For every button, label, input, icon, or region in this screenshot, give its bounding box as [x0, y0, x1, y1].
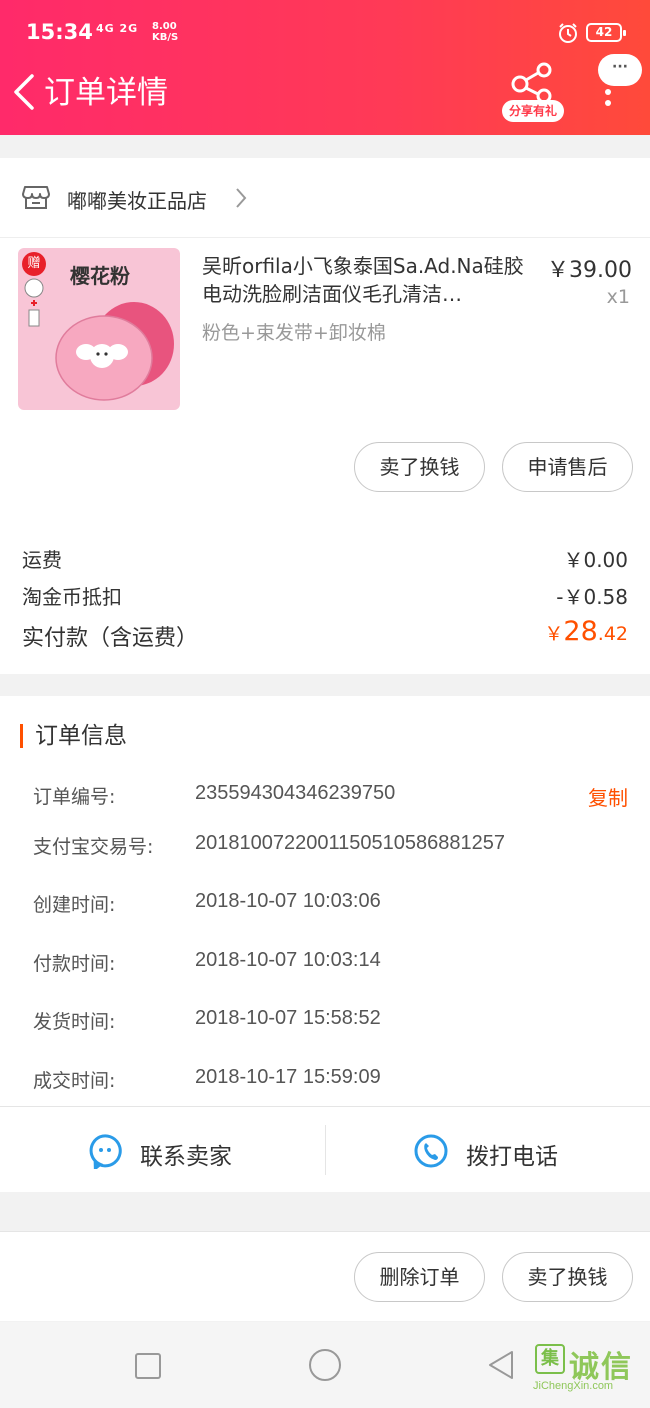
- shipping-fee-value: ￥0.00: [563, 548, 628, 572]
- recent-apps-icon[interactable]: [135, 1353, 161, 1379]
- total-dec: .42: [597, 623, 628, 645]
- sell-for-cash-bottom-button[interactable]: 卖了换钱: [502, 1252, 633, 1302]
- watermark-url: JiChengXin.com: [533, 1380, 614, 1392]
- shop-name: 嘟嘟美妆正品店: [67, 189, 207, 213]
- contact-seller-button[interactable]: 联系卖家: [0, 1107, 325, 1193]
- sell-for-cash-button[interactable]: 卖了换钱: [354, 442, 485, 492]
- gift-badge: 赠: [22, 252, 46, 276]
- info-value: 2018100722001150510586881257: [195, 832, 505, 854]
- info-value: 2018-10-07 15:58:52: [195, 1007, 381, 1029]
- contact-seller-label: 联系卖家: [140, 1144, 232, 1170]
- chevron-right-icon: [236, 188, 247, 208]
- cleansing-brush-illustration: [55, 302, 174, 401]
- total-paid-row: 实付款（含运费） ￥28.42: [22, 616, 628, 652]
- info-value: 2018-10-07 10:03:14: [195, 949, 381, 971]
- phone-icon: [414, 1134, 448, 1168]
- system-nav-bar: 集 诚信 JiChengXin.com: [0, 1322, 650, 1408]
- watermark-badge: 集: [535, 1344, 565, 1374]
- shipping-fee-row: 运费 ￥0.00: [22, 544, 628, 573]
- info-label: 发货时间:: [33, 1011, 116, 1033]
- info-value: 235594304346239750: [195, 782, 396, 804]
- order-item-card: 嘟嘟美妆正品店 赠 樱花粉 吴昕orfila小飞象泰国Sa.Ad.Na硅胶电动洗…: [0, 158, 650, 674]
- delete-order-button[interactable]: 删除订单: [354, 1252, 485, 1302]
- app-header: 15:34 4G 2G 8.00 KB/S 42 订单详情 分享有礼 ···: [0, 0, 650, 135]
- more-menu-icon[interactable]: [602, 86, 614, 110]
- product-quantity: x1: [606, 286, 630, 308]
- product-image[interactable]: 赠 樱花粉: [18, 248, 180, 410]
- shop-row[interactable]: 嘟嘟美妆正品店: [0, 158, 650, 238]
- product-sku: 粉色+束发带+卸妆棉: [202, 322, 386, 344]
- product-image-label: 樱花粉: [70, 264, 130, 288]
- info-label: 订单编号:: [33, 786, 116, 808]
- product-title[interactable]: 吴昕orfila小飞象泰国Sa.Ad.Na硅胶电动洗脸刷洁面仪毛孔清洁…: [202, 252, 538, 308]
- net-speed-value: 8.00: [152, 21, 177, 32]
- back-arrow-icon[interactable]: [10, 72, 38, 112]
- copy-order-number-button[interactable]: 复制: [588, 782, 628, 811]
- battery-indicator: 42: [586, 23, 626, 42]
- share-icon: [511, 62, 552, 102]
- order-info-card: 订单信息 订单编号: 235594304346239750 复制 支付宝交易号:…: [0, 696, 650, 1106]
- contact-bar: 联系卖家 拨打电话: [0, 1106, 650, 1192]
- order-actions-bar: 删除订单 卖了换钱: [0, 1231, 650, 1321]
- total-int: 28: [563, 616, 598, 647]
- status-bar: 15:34 4G 2G 8.00 KB/S 42: [0, 0, 650, 66]
- total-paid-label: 实付款（含运费）: [22, 626, 199, 651]
- watermark-logo: 集 诚信 JiChengXin.com: [533, 1338, 649, 1398]
- status-time: 15:34: [26, 20, 93, 44]
- after-sale-button[interactable]: 申请售后: [502, 442, 633, 492]
- info-label: 成交时间:: [33, 1070, 116, 1092]
- call-phone-button[interactable]: 拨打电话: [325, 1125, 650, 1175]
- share-button[interactable]: 分享有礼: [500, 62, 566, 124]
- store-icon: [22, 186, 50, 209]
- coin-deduction-label: 淘金币抵扣: [22, 585, 122, 609]
- home-icon[interactable]: [309, 1349, 341, 1381]
- shipping-fee-label: 运费: [22, 548, 62, 572]
- more-bubble[interactable]: ···: [598, 54, 642, 86]
- signal-indicator: 4G 2G: [96, 22, 139, 35]
- chat-face-icon: [89, 1134, 122, 1169]
- system-back-icon[interactable]: [486, 1349, 516, 1381]
- call-phone-label: 拨打电话: [466, 1144, 558, 1170]
- coin-deduction-value: -￥0.58: [556, 585, 628, 609]
- info-label: 付款时间:: [33, 953, 116, 975]
- net-speed: 8.00 KB/S: [152, 21, 178, 43]
- alarm-icon: [559, 23, 577, 43]
- coin-deduction-row: 淘金币抵扣 -￥0.58: [22, 581, 628, 610]
- info-label: 支付宝交易号:: [33, 836, 154, 858]
- info-value: 2018-10-17 15:59:09: [195, 1066, 381, 1088]
- net-speed-unit: KB/S: [152, 32, 179, 43]
- total-paid-value: ￥28.42: [544, 616, 628, 647]
- info-value: 2018-10-07 10:03:06: [195, 890, 381, 912]
- total-yen: ￥: [544, 623, 564, 645]
- product-price: ￥39.00: [547, 258, 632, 283]
- page-title: 订单详情: [44, 75, 168, 111]
- share-label: 分享有礼: [502, 100, 564, 122]
- order-info-title: 订单信息: [20, 724, 127, 748]
- info-label: 创建时间:: [33, 894, 116, 916]
